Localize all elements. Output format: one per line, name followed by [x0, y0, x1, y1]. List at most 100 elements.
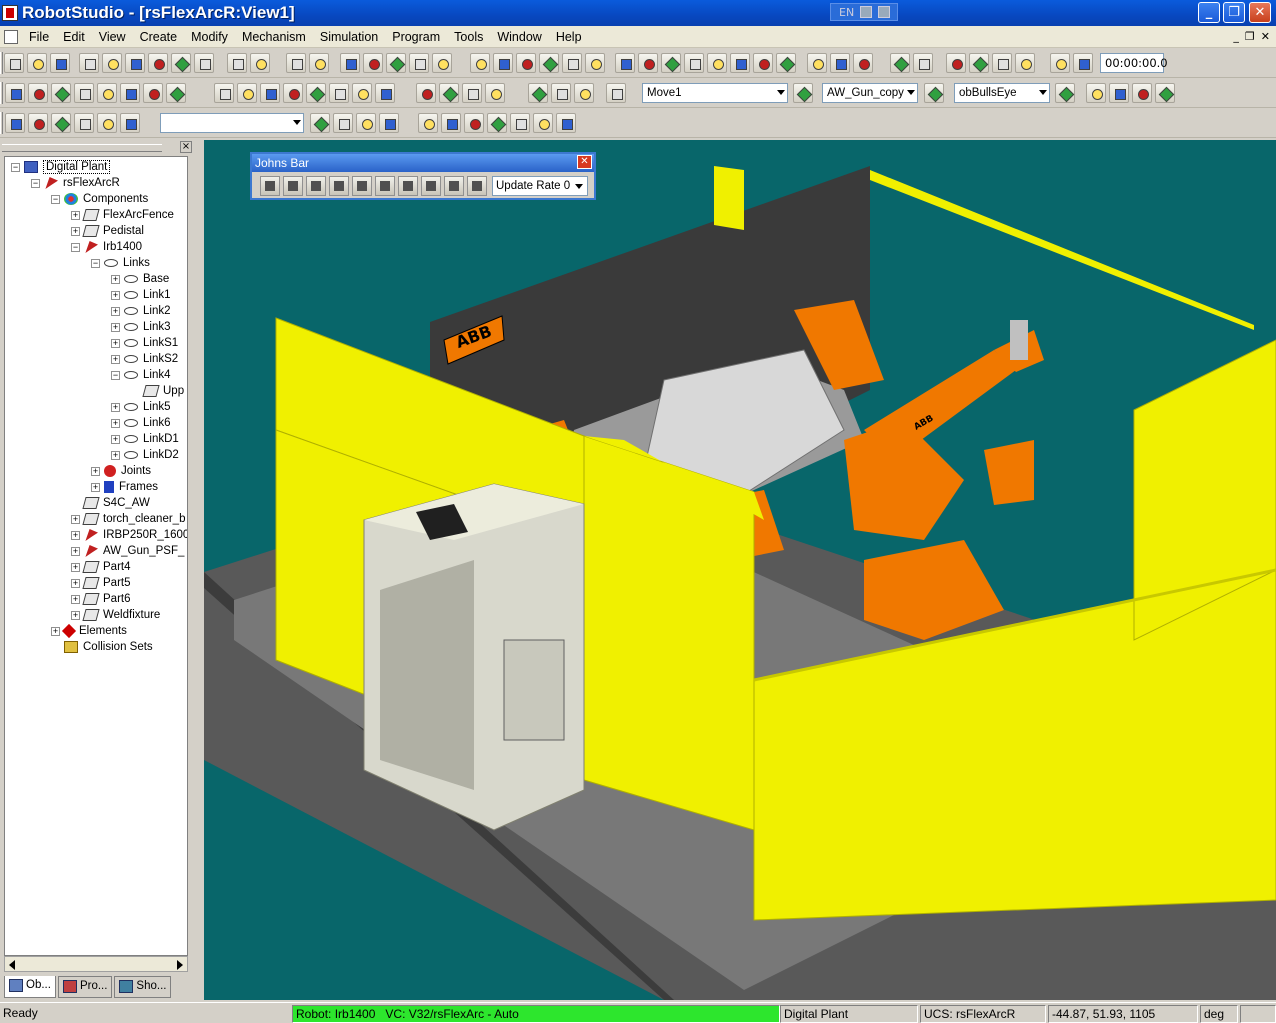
- expand-icon[interactable]: +: [111, 338, 120, 348]
- record-tool-button[interactable]: [5, 113, 25, 133]
- select-tool-button[interactable]: [5, 83, 25, 103]
- view-tool-button[interactable]: [309, 53, 329, 73]
- tree-item[interactable]: + FlexArcFence: [71, 207, 174, 223]
- frame-tool-button[interactable]: [1132, 83, 1152, 103]
- menu-help[interactable]: Help: [549, 30, 589, 44]
- object-tree[interactable]: − Digital Plant − rsFlexArcR − Components + Fle…: [4, 156, 188, 956]
- help-tool-button[interactable]: [227, 53, 247, 73]
- horizontal-scrollbar[interactable]: [4, 956, 188, 972]
- menu-window[interactable]: Window: [490, 30, 548, 44]
- collapse-icon[interactable]: −: [111, 370, 120, 380]
- language-indicator[interactable]: EN: [839, 6, 854, 19]
- menu-edit[interactable]: Edit: [56, 30, 92, 44]
- view-tool-button[interactable]: [409, 53, 429, 73]
- chevron-down-icon[interactable]: [575, 184, 583, 189]
- measure-tool-button[interactable]: [462, 83, 482, 103]
- select-tool-button[interactable]: [120, 83, 140, 103]
- chevron-down-icon[interactable]: [907, 90, 915, 95]
- expand-icon[interactable]: +: [71, 610, 80, 620]
- toolbar-grip[interactable]: [0, 112, 3, 134]
- jog-tool-button[interactable]: [528, 83, 548, 103]
- record-tool-button[interactable]: [51, 113, 71, 133]
- edit-tool-button[interactable]: [194, 53, 214, 73]
- tree-item[interactable]: Collision Sets: [51, 639, 153, 655]
- tree-item[interactable]: + LinkS2: [111, 351, 178, 367]
- target-tool-button[interactable]: [615, 53, 635, 73]
- shape-tool-button[interactable]: [585, 53, 605, 73]
- johns-bar-title[interactable]: Johns Bar: [252, 154, 594, 172]
- tree-item[interactable]: + Joints: [91, 463, 151, 479]
- tree-item[interactable]: + Part6: [71, 591, 131, 607]
- tree-item[interactable]: − Digital Plant: [11, 159, 111, 175]
- tree-item[interactable]: + AW_Gun_PSF_: [71, 543, 184, 559]
- menu-mechanism[interactable]: Mechanism: [235, 30, 313, 44]
- path-settings-tool-button[interactable]: [793, 83, 813, 103]
- johns-bar-tool-button[interactable]: [329, 176, 349, 196]
- panel-grip[interactable]: [2, 144, 162, 152]
- tree-item[interactable]: + IRBP250R_1600: [71, 527, 187, 543]
- sim-tool-button[interactable]: [890, 53, 910, 73]
- tree-item[interactable]: + Link1: [111, 287, 171, 303]
- restore-langbar-icon[interactable]: [878, 6, 891, 18]
- target-tool-button[interactable]: [753, 53, 773, 73]
- snap-tool-button[interactable]: [306, 83, 326, 103]
- path-combo[interactable]: Move1: [642, 83, 788, 103]
- view-tool-button[interactable]: [386, 53, 406, 73]
- tree-item[interactable]: + Link5: [111, 399, 171, 415]
- update-rate-combo[interactable]: Update Rate 0: [492, 176, 588, 196]
- tree-item[interactable]: + Elements: [51, 623, 127, 639]
- chevron-down-icon[interactable]: [293, 120, 301, 125]
- expand-icon[interactable]: +: [71, 226, 80, 236]
- collapse-icon[interactable]: −: [91, 258, 100, 268]
- menu-tools[interactable]: Tools: [447, 30, 490, 44]
- expand-icon[interactable]: +: [111, 290, 120, 300]
- menu-simulation[interactable]: Simulation: [313, 30, 385, 44]
- record-tool-button[interactable]: [120, 113, 140, 133]
- target-tool-button[interactable]: [776, 53, 796, 73]
- menu-file[interactable]: File: [22, 30, 56, 44]
- panel-close-button[interactable]: ×: [180, 141, 192, 153]
- layer-tool-button[interactable]: [830, 53, 850, 73]
- tree-item[interactable]: − Irb1400: [71, 239, 142, 255]
- graph-tool-button[interactable]: [556, 113, 576, 133]
- johns-bar-tool-button[interactable]: [375, 176, 395, 196]
- frame-tool-button[interactable]: [1155, 83, 1175, 103]
- expand-icon[interactable]: +: [111, 306, 120, 316]
- expand-icon[interactable]: +: [71, 562, 80, 572]
- edit-tool-button[interactable]: [79, 53, 99, 73]
- tool-combo[interactable]: AW_Gun_copy: [822, 83, 918, 103]
- tree-item[interactable]: + Link3: [111, 319, 171, 335]
- expand-icon[interactable]: +: [51, 626, 60, 636]
- collapse-icon[interactable]: −: [11, 162, 20, 172]
- close-button[interactable]: ✕: [1249, 2, 1271, 23]
- target-tool-button[interactable]: [707, 53, 727, 73]
- snap-tool-button[interactable]: [283, 83, 303, 103]
- jog-tool-button[interactable]: [551, 83, 571, 103]
- record-tool-button[interactable]: [97, 113, 117, 133]
- graph-tool-button[interactable]: [487, 113, 507, 133]
- expand-icon[interactable]: +: [71, 210, 80, 220]
- johns-bar-tool-button[interactable]: [444, 176, 464, 196]
- expand-icon[interactable]: +: [111, 434, 120, 444]
- expand-icon[interactable]: +: [71, 594, 80, 604]
- maximize-button[interactable]: ❐: [1223, 2, 1245, 23]
- johns-bar-tool-button[interactable]: [352, 176, 372, 196]
- tree-item[interactable]: S4C_AW: [71, 495, 150, 511]
- edit-tool-button[interactable]: [171, 53, 191, 73]
- tree-item[interactable]: − Links: [91, 255, 150, 271]
- shape-tool-button[interactable]: [539, 53, 559, 73]
- expand-icon[interactable]: +: [111, 274, 120, 284]
- record-tool-button[interactable]: [74, 113, 94, 133]
- snap-tool-button[interactable]: [352, 83, 372, 103]
- shape-tool-button[interactable]: [470, 53, 490, 73]
- run-tool-button[interactable]: [379, 113, 399, 133]
- io-tool-button[interactable]: [992, 53, 1012, 73]
- shape-tool-button[interactable]: [562, 53, 582, 73]
- expand-icon[interactable]: +: [111, 418, 120, 428]
- shape-tool-button[interactable]: [493, 53, 513, 73]
- select-tool-button[interactable]: [74, 83, 94, 103]
- tab-shortcuts[interactable]: Sho...: [114, 976, 172, 998]
- tab-objects[interactable]: Ob...: [4, 976, 56, 998]
- snap-tool-button[interactable]: [237, 83, 257, 103]
- menu-view[interactable]: View: [92, 30, 133, 44]
